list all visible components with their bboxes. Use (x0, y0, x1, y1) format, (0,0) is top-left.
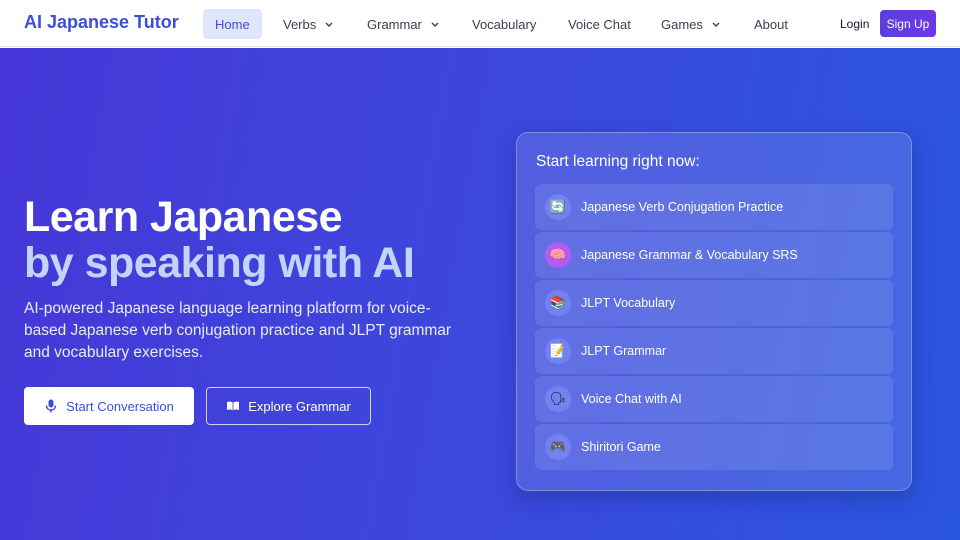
explore-grammar-button[interactable]: Explore Grammar (206, 387, 371, 425)
start-conversation-button[interactable]: Start Conversation (24, 387, 194, 425)
nav-vocabulary-label: Vocabulary (472, 16, 537, 32)
chevron-down-icon (322, 17, 336, 31)
nav-home[interactable]: Home (203, 9, 262, 39)
nav-voice-chat[interactable]: Voice Chat (556, 9, 643, 39)
top-navbar: AI Japanese Tutor Home Verbs Grammar Voc… (0, 0, 960, 47)
nav-grammar-label: Grammar (367, 16, 422, 32)
nav-voice-chat-label: Voice Chat (568, 16, 631, 32)
book-open-icon (226, 399, 240, 413)
card-item-shiritori[interactable]: 🎮 Shiritori Game (535, 424, 893, 470)
card-item-label: JLPT Grammar (581, 344, 667, 358)
card-item-label: Shiritori Game (581, 440, 661, 454)
signup-button[interactable]: Sign Up (880, 10, 936, 37)
card-item-jlpt-grammar[interactable]: 📝 JLPT Grammar (535, 328, 893, 374)
chevron-down-icon (709, 17, 723, 31)
gamepad-icon: 🎮 (545, 434, 571, 460)
card-item-jlpt-vocabulary[interactable]: 📚 JLPT Vocabulary (535, 280, 893, 326)
memo-icon: 📝 (545, 338, 571, 364)
explore-grammar-label: Explore Grammar (248, 398, 351, 414)
card-item-voice-chat[interactable]: 🗣 Voice Chat with AI (535, 376, 893, 422)
card-item-grammar-srs[interactable]: 🧠 Japanese Grammar & Vocabulary SRS (535, 232, 893, 278)
login-button[interactable]: Login (834, 9, 875, 39)
nav-grammar[interactable]: Grammar (355, 9, 454, 39)
nav-verbs-label: Verbs (283, 16, 317, 32)
card-item-verb-conjugation[interactable]: 🔄 Japanese Verb Conjugation Practice (535, 184, 893, 230)
brain-icon: 🧠 (545, 242, 571, 268)
hero-description: AI-powered Japanese language learning pl… (24, 300, 452, 361)
nav-games[interactable]: Games (649, 9, 735, 39)
nav-verbs[interactable]: Verbs (271, 9, 348, 39)
refresh-icon: 🔄 (545, 194, 571, 220)
card-item-label: Japanese Grammar & Vocabulary SRS (581, 248, 798, 262)
card-item-label: Japanese Verb Conjugation Practice (581, 200, 784, 214)
start-conversation-label: Start Conversation (66, 398, 174, 414)
nav-about[interactable]: About (742, 9, 800, 39)
card-title: Start learning right now: (536, 153, 700, 170)
card-item-label: JLPT Vocabulary (581, 296, 676, 310)
hero-title-line2: by speaking with AI (24, 239, 415, 287)
speech-icon: 🗣 (545, 386, 571, 412)
nav-games-label: Games (661, 16, 703, 32)
quick-start-card: Start learning right now: 🔄 Japanese Ver… (516, 132, 912, 491)
nav-vocabulary[interactable]: Vocabulary (460, 9, 548, 39)
books-icon: 📚 (545, 290, 571, 316)
brand-logo[interactable]: AI Japanese Tutor (24, 12, 179, 33)
card-item-label: Voice Chat with AI (581, 392, 682, 406)
hero-title-line1: Learn Japanese (24, 193, 343, 241)
microphone-icon (44, 399, 58, 413)
nav-home-label: Home (215, 16, 250, 32)
chevron-down-icon (428, 17, 442, 31)
nav-about-label: About (754, 16, 788, 32)
